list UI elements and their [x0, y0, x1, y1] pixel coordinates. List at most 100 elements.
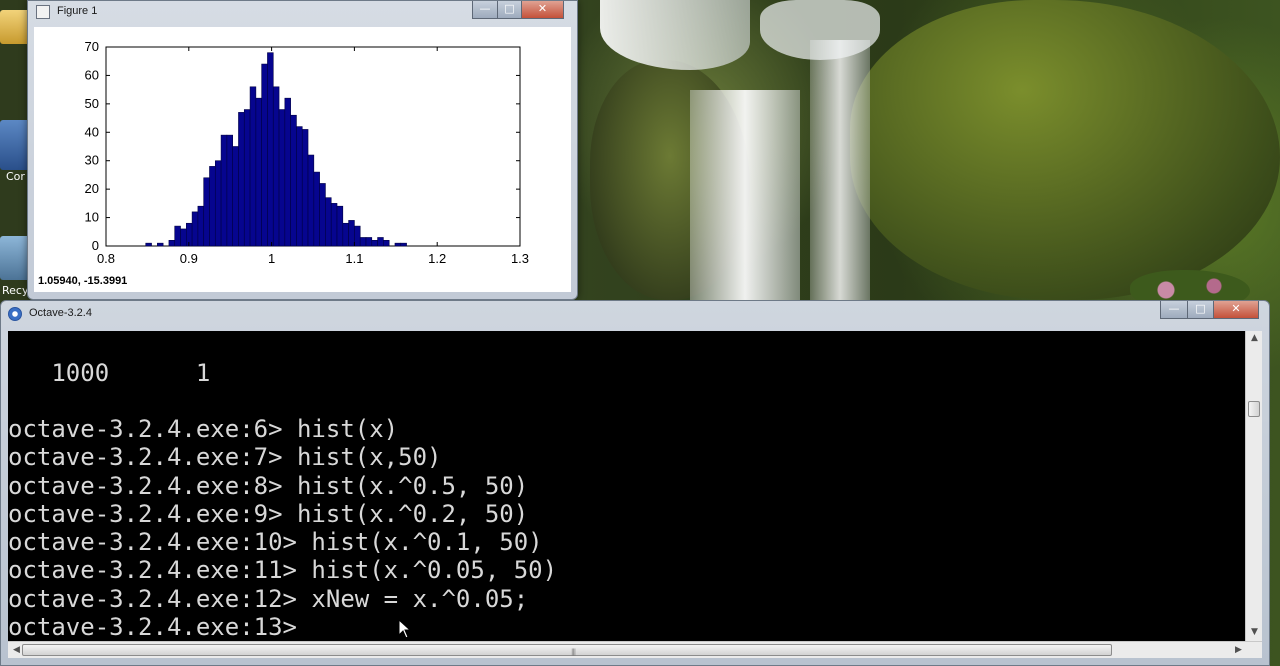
terminal-line: octave-3.2.4.exe:12> xNew = x.^0.05;	[8, 585, 529, 613]
histogram-bar	[348, 220, 355, 247]
terminal-line: 1000 1	[8, 359, 211, 387]
x-tick-label: 1.1	[345, 251, 363, 266]
wallpaper-waterfall	[600, 0, 750, 70]
histogram-bar	[220, 134, 228, 247]
histogram-bar	[209, 166, 216, 247]
wallpaper-waterfall	[760, 0, 880, 60]
minimize-button[interactable]: —	[1160, 301, 1188, 319]
figure-icon	[36, 5, 50, 19]
x-tick-label: 1	[268, 251, 275, 266]
x-tick-label: 1.2	[428, 251, 446, 266]
histogram-bar	[272, 86, 280, 247]
histogram-bar	[296, 126, 303, 247]
histogram-bar	[267, 52, 274, 247]
scroll-grip-icon: |||	[571, 648, 576, 656]
terminal-line: octave-3.2.4.exe:7> hist(x,50)	[8, 443, 442, 471]
y-tick-label: 70	[85, 39, 99, 54]
wallpaper-waterfall	[810, 40, 870, 300]
histogram-bar	[301, 129, 309, 247]
histogram-bar	[255, 97, 262, 247]
minimize-button[interactable]: —	[472, 1, 498, 19]
histogram-bar	[249, 86, 257, 247]
histogram-bar	[290, 114, 297, 247]
histogram-bar	[261, 63, 268, 247]
histogram-bar	[342, 222, 349, 247]
terminal-line: octave-3.2.4.exe:8> hist(x.^0.5, 50)	[8, 472, 529, 500]
x-tick-label: 1.3	[511, 251, 529, 266]
histogram-chart: 0.8 0.9 1 1.1 1.2 1.3 0 10 20 30 40 50 60 70	[85, 39, 530, 266]
histogram-bar	[371, 240, 378, 247]
close-button[interactable]: ✕	[1213, 301, 1259, 319]
histogram-bar	[191, 211, 199, 247]
desktop-icon-computer[interactable]	[0, 120, 30, 170]
horizontal-scroll-thumb[interactable]: |||	[22, 644, 1112, 656]
y-tick-label: 0	[92, 238, 99, 253]
histogram-bar	[319, 183, 326, 247]
wallpaper-moss	[850, 0, 1280, 300]
terminal-line: octave-3.2.4.exe:9> hist(x.^0.2, 50)	[8, 500, 529, 528]
histogram-bar	[325, 197, 332, 247]
histogram-bar	[284, 97, 291, 247]
histogram-bar	[232, 146, 239, 247]
histogram-bar	[365, 237, 373, 247]
figure-title: Figure 1	[57, 5, 98, 17]
desktop-icon-label: Recy	[2, 284, 29, 297]
histogram-bar	[354, 225, 361, 247]
octave-titlebar[interactable]: Octave-3.2.4 — □ ✕	[1, 301, 1269, 325]
figure-titlebar[interactable]: Figure 1 — □ ✕	[28, 1, 577, 25]
terminal-output[interactable]: 1000 1 octave-3.2.4.exe:6> hist(x) octav…	[8, 331, 1245, 641]
desktop-icon-label: Cor	[6, 170, 25, 183]
x-tick-label: 0.9	[180, 251, 198, 266]
histogram-bar	[243, 109, 251, 247]
mouse-cursor-icon	[398, 619, 412, 639]
histogram-bar	[226, 134, 233, 247]
vertical-scrollbar[interactable]: ▲ ▼	[1245, 331, 1262, 641]
histogram-bar	[307, 154, 315, 247]
histogram-bar	[394, 242, 402, 247]
x-tick-label: 0.8	[97, 251, 115, 266]
wallpaper-waterfall	[690, 90, 800, 300]
histogram-bar	[197, 205, 205, 247]
terminal-prompt[interactable]: octave-3.2.4.exe:13>	[8, 613, 311, 641]
histogram-bar	[336, 205, 344, 247]
terminal-line: octave-3.2.4.exe:11> hist(x.^0.05, 50)	[8, 556, 558, 584]
terminal-line: octave-3.2.4.exe:10> hist(x.^0.1, 50)	[8, 528, 543, 556]
close-button[interactable]: ✕	[521, 1, 564, 19]
y-tick-label: 60	[85, 67, 99, 82]
coordinate-readout: 1.05940, -15.3991	[38, 275, 128, 287]
histogram-bar	[168, 240, 176, 247]
maximize-button[interactable]: □	[1187, 301, 1214, 319]
histogram-bar	[174, 225, 181, 247]
histogram-bar	[400, 242, 407, 247]
octave-icon	[8, 307, 22, 321]
histogram-bar	[145, 242, 152, 247]
maximize-button[interactable]: □	[497, 1, 522, 19]
histogram-bar	[203, 177, 210, 247]
histogram-bar	[383, 240, 390, 247]
vertical-scroll-thumb[interactable]	[1248, 401, 1260, 417]
histogram-bar	[313, 171, 320, 247]
y-tick-label: 30	[85, 153, 99, 168]
scroll-right-arrow[interactable]: ▶	[1230, 645, 1247, 655]
figure-window[interactable]: Figure 1 — □ ✕ 0.8 0.9 1 1.1 1.2 1.3 0 10 20 30 40…	[27, 0, 578, 300]
y-tick-label: 40	[85, 124, 99, 139]
histogram-bar	[238, 112, 245, 247]
scroll-down-arrow[interactable]: ▼	[1246, 627, 1263, 637]
y-tick-label: 10	[85, 210, 99, 225]
histogram-bar	[157, 242, 164, 247]
horizontal-scrollbar[interactable]: ◀ ||| ▶	[8, 641, 1262, 658]
octave-title: Octave-3.2.4	[29, 307, 92, 319]
y-tick-label: 20	[85, 181, 99, 196]
histogram-bar	[330, 203, 338, 247]
histogram-bar	[214, 160, 222, 247]
y-tick-label: 50	[85, 96, 99, 111]
desktop-icon-recycle-bin[interactable]	[0, 236, 30, 280]
histogram-bar	[377, 237, 384, 247]
desktop-icon-folder[interactable]	[0, 10, 30, 44]
scroll-up-arrow[interactable]: ▲	[1246, 333, 1263, 343]
histogram-bar	[180, 228, 187, 247]
terminal-line: octave-3.2.4.exe:6> hist(x)	[8, 415, 399, 443]
octave-window[interactable]: Octave-3.2.4 — □ ✕ 1000 1 octave-3.2.4.e…	[0, 300, 1270, 666]
figure-canvas[interactable]: 0.8 0.9 1 1.1 1.2 1.3 0 10 20 30 40 50 60 70 1.05940,…	[34, 27, 571, 292]
histogram-bar	[278, 109, 286, 247]
